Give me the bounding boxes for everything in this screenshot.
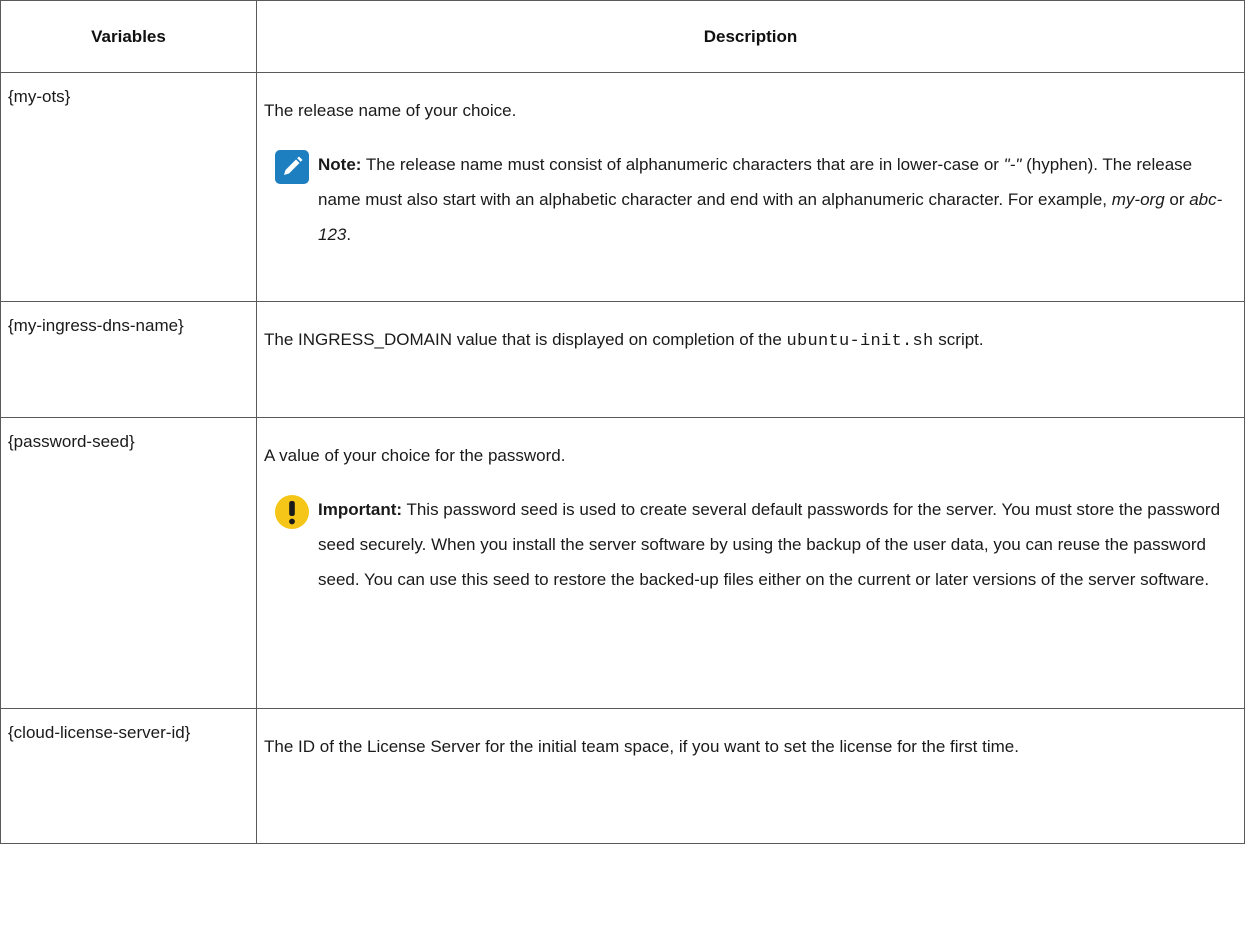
- pencil-note-icon: [275, 150, 309, 184]
- table-row: {my-ots} The release name of your choice…: [0, 72, 1245, 302]
- description-text-2: script.: [933, 330, 984, 349]
- variable-cell: {my-ingress-dns-name}: [0, 301, 257, 418]
- table-header-row: Variables Description: [0, 0, 1245, 73]
- header-variables: Variables: [0, 0, 257, 73]
- note-text-3: or: [1164, 190, 1190, 209]
- description-text: The release name of your choice.: [264, 101, 517, 120]
- exclamation-important-icon: [275, 495, 309, 529]
- script-name: ubuntu-init.sh: [786, 332, 934, 351]
- variable-cell: {cloud-license-server-id}: [0, 708, 257, 844]
- header-description: Description: [256, 0, 1245, 73]
- important-label: Important:: [318, 500, 403, 519]
- description-text-1: The INGRESS_DOMAIN value that is display…: [264, 330, 787, 349]
- variable-cell: {my-ots}: [0, 72, 257, 302]
- description-cell: The release name of your choice. Note: T…: [256, 72, 1245, 302]
- description-cell: A value of your choice for the password.…: [256, 417, 1245, 709]
- description-cell: The ID of the License Server for the ini…: [256, 708, 1245, 844]
- important-text: This password seed is used to create sev…: [318, 500, 1221, 589]
- note-example-1: my-org: [1111, 190, 1165, 209]
- variable-cell: {password-seed}: [0, 417, 257, 709]
- note-label: Note:: [318, 155, 362, 174]
- important-callout: Important: This password seed is used to…: [264, 492, 1230, 597]
- note-text-1: The release name must consist of alphanu…: [361, 155, 1004, 174]
- note-hyphen: "-": [1003, 155, 1022, 174]
- description-cell: The INGRESS_DOMAIN value that is display…: [256, 301, 1245, 418]
- table-row: {password-seed} A value of your choice f…: [0, 417, 1245, 709]
- table-row: {cloud-license-server-id} The ID of the …: [0, 708, 1245, 844]
- description-text: A value of your choice for the password.: [264, 446, 566, 465]
- table-row: {my-ingress-dns-name} The INGRESS_DOMAIN…: [0, 301, 1245, 418]
- note-text-4: .: [346, 225, 352, 244]
- note-callout: Note: The release name must consist of a…: [264, 147, 1230, 252]
- variables-table: Variables Description {my-ots} The relea…: [0, 0, 1245, 844]
